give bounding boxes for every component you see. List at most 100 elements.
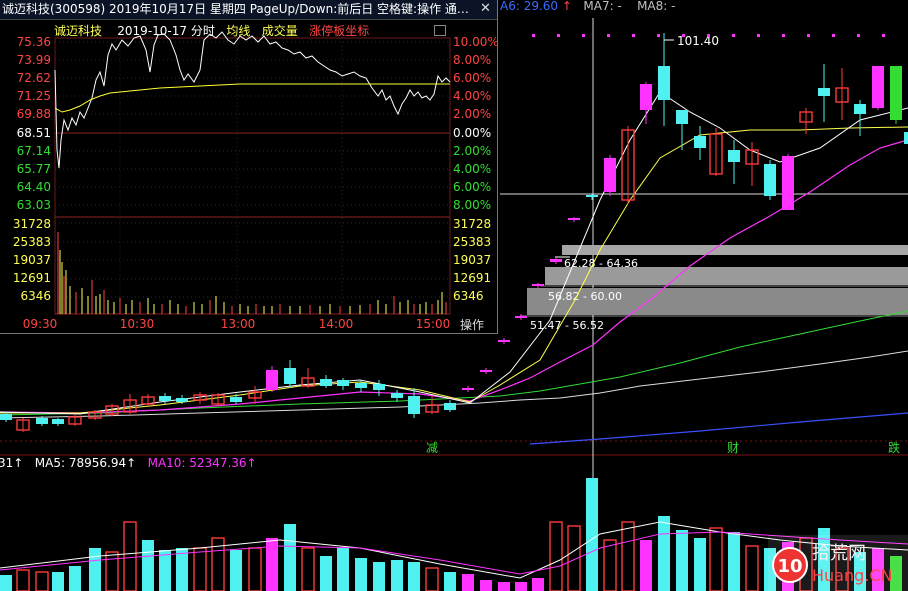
- volume-bar[interactable]: [176, 548, 188, 591]
- limit-axis-toggle[interactable]: 涨停板坐标: [309, 24, 369, 38]
- volume-bar[interactable]: [230, 550, 242, 591]
- volume-bar[interactable]: [444, 572, 456, 591]
- volume-bar[interactable]: [425, 567, 439, 591]
- volume-bar[interactable]: [337, 548, 349, 591]
- volume-bar[interactable]: [694, 538, 706, 591]
- candle[interactable]: [266, 370, 278, 390]
- volume-bar[interactable]: [549, 521, 563, 591]
- candle[interactable]: [391, 393, 403, 398]
- candle[interactable]: [550, 259, 562, 262]
- time-label: 10:30: [120, 317, 155, 331]
- intraday-popup[interactable]: 诚迈科技(300598) 2019年10月17日 星期四 PageUp/Down…: [0, 0, 498, 334]
- chart-frame: [54, 37, 451, 315]
- volume-label: 19037: [13, 253, 51, 267]
- candle[interactable]: [818, 88, 830, 96]
- volume-bar[interactable]: [408, 562, 420, 591]
- volume-bar[interactable]: [462, 574, 474, 591]
- signal-dot: [557, 34, 560, 37]
- candle[interactable]: [462, 388, 474, 390]
- volume-bar[interactable]: [480, 580, 492, 591]
- volume-bar[interactable]: [159, 550, 171, 591]
- volume-bar[interactable]: [676, 530, 688, 591]
- candle[interactable]: [568, 218, 580, 220]
- chip-label: 51.47 - 56.52: [530, 319, 604, 332]
- candle[interactable]: [52, 419, 64, 424]
- pct-label: 8.00%: [453, 53, 491, 67]
- volume-bar[interactable]: [621, 521, 635, 591]
- signal-dot: [732, 34, 735, 37]
- candle[interactable]: [658, 66, 670, 100]
- popup-title-bar[interactable]: 诚迈科技(300598) 2019年10月17日 星期四 PageUp/Down…: [0, 0, 497, 20]
- volume-bar[interactable]: [123, 521, 137, 591]
- candle[interactable]: [854, 104, 866, 114]
- candle[interactable]: [320, 379, 332, 386]
- volume-bar[interactable]: [355, 558, 367, 591]
- volume-label: 31728: [13, 217, 51, 231]
- candle[interactable]: [872, 66, 884, 108]
- volume-bar[interactable]: [52, 572, 64, 591]
- vol-ma10-legend: MA10: 52347.36↑: [147, 456, 257, 470]
- volume-bar[interactable]: [728, 532, 740, 591]
- candle[interactable]: [586, 195, 598, 197]
- candle[interactable]: [515, 316, 527, 318]
- candle[interactable]: [355, 383, 367, 388]
- candle[interactable]: [904, 132, 908, 144]
- volume-bar[interactable]: [16, 569, 30, 591]
- volume-bar[interactable]: [248, 547, 262, 591]
- candle[interactable]: [676, 110, 688, 124]
- volume-bar[interactable]: [0, 575, 12, 591]
- candle[interactable]: [0, 414, 12, 420]
- price-label: 75.36: [17, 35, 51, 49]
- popup-title: 诚迈科技(300598) 2019年10月17日 星期四 PageUp/Down…: [2, 2, 469, 16]
- volume-bar[interactable]: [498, 582, 510, 591]
- candle[interactable]: [337, 380, 349, 386]
- volume-bar[interactable]: [515, 582, 527, 591]
- candle[interactable]: [764, 164, 776, 196]
- volume-bar[interactable]: [35, 571, 49, 591]
- candle[interactable]: [230, 397, 242, 402]
- volume-bar[interactable]: [586, 478, 598, 591]
- candle[interactable]: [498, 340, 510, 342]
- volume-bar[interactable]: [89, 548, 101, 591]
- volume-bar[interactable]: [391, 560, 403, 591]
- volume-bar[interactable]: [69, 566, 81, 591]
- candle[interactable]: [373, 384, 385, 390]
- candle[interactable]: [480, 370, 492, 372]
- time-label: 15:00: [416, 317, 451, 331]
- candle[interactable]: [176, 398, 188, 402]
- volume-bar[interactable]: [105, 551, 119, 591]
- candle[interactable]: [36, 418, 48, 424]
- candle[interactable]: [728, 150, 740, 162]
- close-icon[interactable]: ✕: [478, 1, 493, 16]
- volume-bar[interactable]: [301, 547, 315, 591]
- candle[interactable]: [408, 396, 420, 414]
- volume-toggle[interactable]: 成交量: [262, 24, 298, 38]
- candle[interactable]: [159, 396, 171, 401]
- volume-bar[interactable]: [640, 540, 652, 591]
- volume-bar[interactable]: [532, 578, 544, 591]
- candle[interactable]: [782, 156, 794, 210]
- candle[interactable]: [890, 66, 902, 120]
- volume-bar[interactable]: [284, 524, 296, 591]
- candle[interactable]: [640, 84, 652, 110]
- volume-bar[interactable]: [193, 547, 207, 591]
- operation-button[interactable]: 操作: [460, 316, 484, 333]
- volume-bar[interactable]: [373, 562, 385, 591]
- volume-label: 25383: [13, 235, 51, 249]
- volume-bar[interactable]: [142, 540, 154, 591]
- volume-bar[interactable]: [603, 539, 617, 591]
- candle[interactable]: [284, 368, 296, 384]
- layout-icon[interactable]: [434, 25, 446, 36]
- avg-line-toggle[interactable]: 均线: [226, 24, 250, 38]
- price-line: [54, 31, 451, 169]
- volume-bar[interactable]: [745, 545, 759, 591]
- volume-bar[interactable]: [658, 516, 670, 591]
- candle[interactable]: [444, 403, 456, 410]
- candle[interactable]: [604, 158, 616, 192]
- volume-bar[interactable]: [567, 525, 581, 591]
- volume-bar[interactable]: [709, 527, 723, 591]
- candle[interactable]: [694, 136, 706, 148]
- candle[interactable]: [532, 284, 544, 286]
- volume-bar[interactable]: [320, 556, 332, 591]
- signal-dot: [657, 34, 660, 37]
